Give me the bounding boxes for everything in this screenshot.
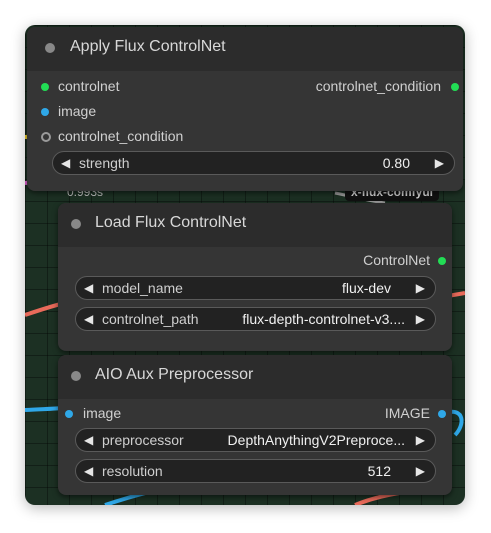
collapse-dot-icon[interactable] bbox=[71, 371, 81, 381]
input-port-image[interactable] bbox=[65, 410, 73, 418]
increment-arrow-icon[interactable]: ▶ bbox=[416, 429, 425, 451]
model-name-widget[interactable]: ◀ model_name flux-dev ▶ bbox=[75, 276, 436, 300]
increment-arrow-icon[interactable]: ▶ bbox=[416, 277, 425, 299]
aio-aux-preprocessor-node[interactable]: AIO Aux Preprocessor image IMAGE ◀ prepr… bbox=[58, 355, 452, 495]
node-title-bar[interactable]: Load Flux ControlNet bbox=[58, 203, 452, 247]
input-label-image: image bbox=[58, 103, 97, 119]
widget-value: flux-dev bbox=[341, 280, 391, 296]
widget-value: 0.80 bbox=[382, 155, 410, 171]
increment-arrow-icon[interactable]: ▶ bbox=[416, 460, 425, 482]
node-title: Load Flux ControlNet bbox=[95, 214, 247, 231]
apply-flux-controlnet-node[interactable]: Apply Flux ControlNet controlnet image c… bbox=[27, 27, 463, 191]
load-flux-controlnet-node[interactable]: Load Flux ControlNet ControlNet ◀ model_… bbox=[58, 203, 452, 351]
widget-name: strength bbox=[79, 155, 130, 171]
decrement-arrow-icon[interactable]: ◀ bbox=[84, 429, 93, 451]
output-port-image[interactable] bbox=[438, 410, 446, 418]
widget-value: flux-depth-controlnet-v3.... bbox=[242, 311, 405, 327]
decrement-arrow-icon[interactable]: ◀ bbox=[84, 277, 93, 299]
widget-name: model_name bbox=[102, 280, 183, 296]
output-label-controlnet-condition: controlnet_condition bbox=[315, 78, 441, 94]
input-label-controlnet: controlnet bbox=[58, 78, 120, 94]
output-label-image: IMAGE bbox=[384, 405, 430, 421]
node-title-bar[interactable]: Apply Flux ControlNet bbox=[27, 27, 463, 71]
strength-widget[interactable]: ◀ strength 0.80 ▶ bbox=[52, 151, 455, 175]
widget-name: controlnet_path bbox=[102, 311, 199, 327]
decrement-arrow-icon[interactable]: ◀ bbox=[84, 460, 93, 482]
input-label-image: image bbox=[83, 405, 122, 421]
node-title-bar[interactable]: AIO Aux Preprocessor bbox=[58, 355, 452, 399]
node-title: AIO Aux Preprocessor bbox=[95, 366, 254, 383]
widget-value: 512 bbox=[367, 463, 391, 479]
input-port-controlnet-condition[interactable] bbox=[41, 132, 51, 142]
input-port-controlnet[interactable] bbox=[41, 83, 49, 91]
preprocessor-widget[interactable]: ◀ preprocessor DepthAnythingV2Preproce..… bbox=[75, 428, 436, 452]
input-label-controlnet-condition: controlnet_condition bbox=[58, 128, 184, 144]
widget-name: resolution bbox=[102, 463, 163, 479]
widget-name: preprocessor bbox=[102, 432, 184, 448]
collapse-dot-icon[interactable] bbox=[45, 43, 55, 53]
decrement-arrow-icon[interactable]: ◀ bbox=[61, 152, 70, 174]
output-port-controlnet-condition[interactable] bbox=[451, 83, 459, 91]
node-title: Apply Flux ControlNet bbox=[70, 38, 226, 55]
increment-arrow-icon[interactable]: ▶ bbox=[416, 308, 425, 330]
output-port-controlnet[interactable] bbox=[438, 257, 446, 265]
resolution-widget[interactable]: ◀ resolution 512 ▶ bbox=[75, 459, 436, 483]
widget-value: DepthAnythingV2Preproce... bbox=[227, 432, 405, 448]
graph-canvas[interactable]: 0.993s x-flux-comfyui Apply Flux Control… bbox=[25, 25, 465, 505]
increment-arrow-icon[interactable]: ▶ bbox=[435, 152, 444, 174]
collapse-dot-icon[interactable] bbox=[71, 219, 81, 229]
decrement-arrow-icon[interactable]: ◀ bbox=[84, 308, 93, 330]
controlnet-path-widget[interactable]: ◀ controlnet_path flux-depth-controlnet-… bbox=[75, 307, 436, 331]
output-label-controlnet: ControlNet bbox=[363, 252, 430, 268]
input-port-image[interactable] bbox=[41, 108, 49, 116]
